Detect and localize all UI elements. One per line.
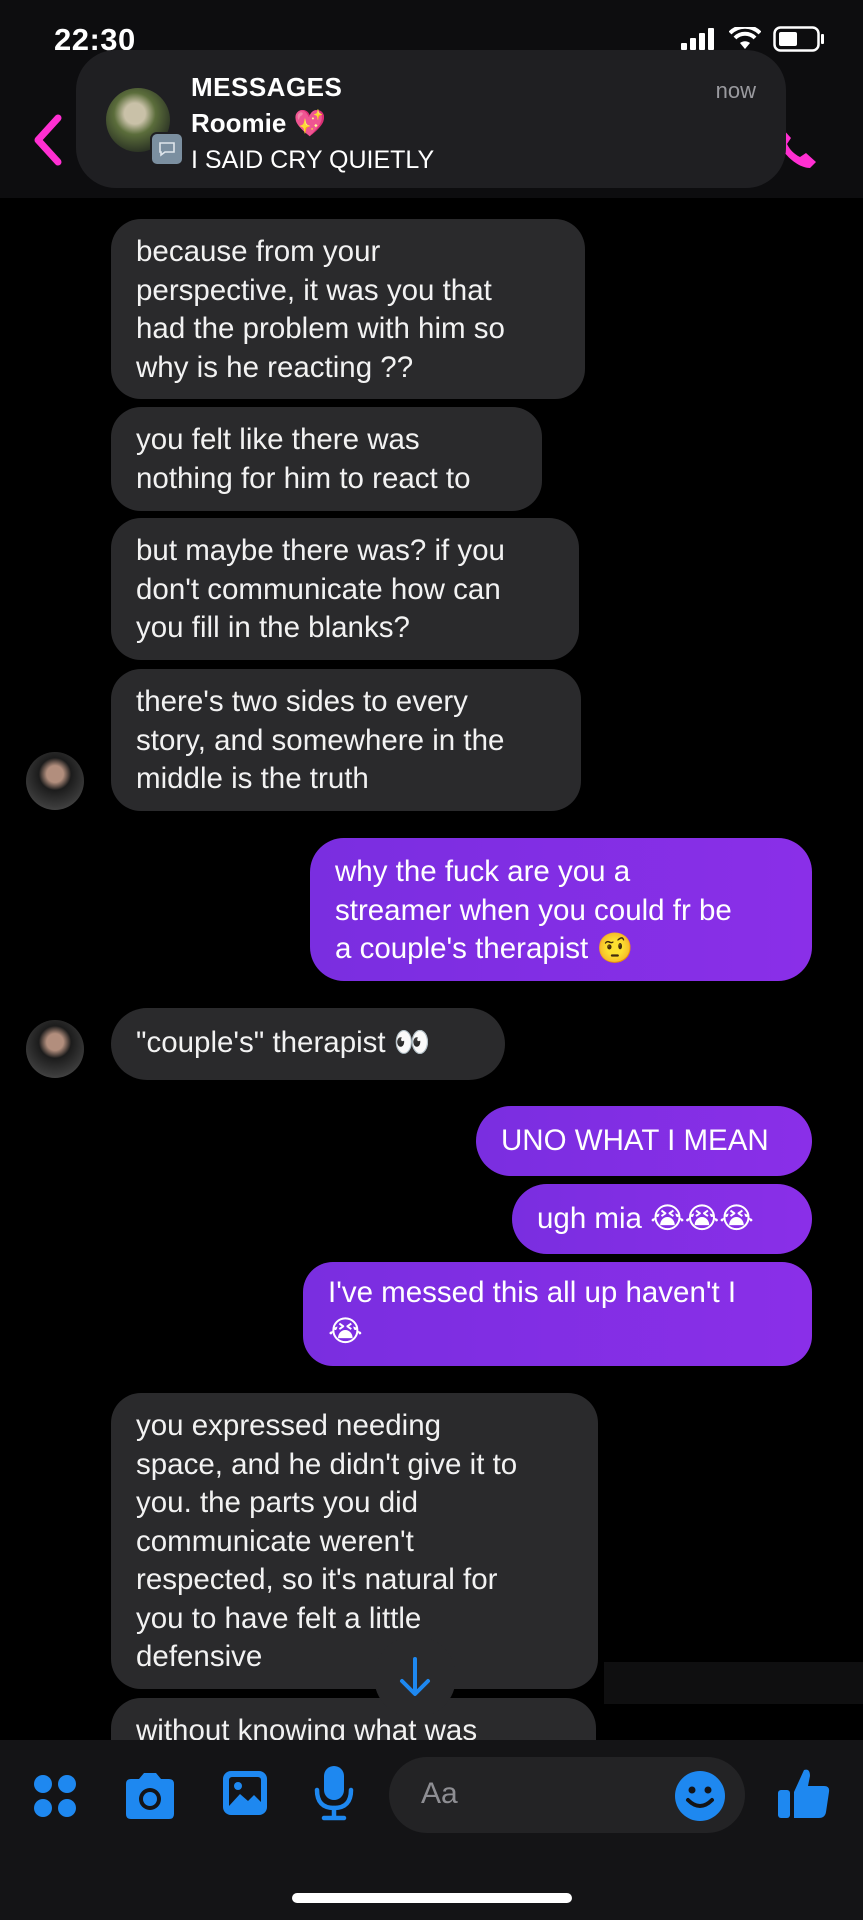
- image-icon[interactable]: [220, 1768, 270, 1818]
- arrow-down-icon: [400, 1657, 430, 1696]
- message-bubble-incoming[interactable]: because from your perspective, it was yo…: [111, 219, 585, 399]
- typing-indicator-strip: [604, 1662, 863, 1704]
- message-line: had the problem with him so: [136, 312, 505, 345]
- message-line: you. the parts you did: [136, 1486, 419, 1519]
- battery-icon: [773, 26, 824, 52]
- message-line: nothing for him to react to: [136, 461, 471, 495]
- message-line: because from your: [136, 235, 381, 268]
- message-badge-icon: [150, 132, 184, 166]
- message-input-placeholder: Aa: [421, 1777, 458, 1810]
- contact-avatar[interactable]: [26, 1020, 84, 1078]
- message-line: respected, so it's natural for: [136, 1563, 498, 1596]
- message-line: a couple's therapist 🤨: [335, 932, 634, 965]
- message-bubble-outgoing[interactable]: why the fuck are you a streamer when you…: [310, 838, 812, 981]
- message-line: perspective, it was you that: [136, 273, 492, 307]
- message-line: UNO WHAT I MEAN: [501, 1124, 769, 1157]
- message-line: middle is the truth: [136, 762, 369, 795]
- camera-icon[interactable]: [122, 1770, 178, 1822]
- notification-time: now: [715, 78, 756, 103]
- notification-banner[interactable]: MESSAGES Roomie 💖 I SAID CRY QUIETLY now: [76, 50, 786, 188]
- home-indicator[interactable]: [292, 1893, 572, 1903]
- message-line: there's two sides to every: [136, 685, 468, 718]
- status-icons: [681, 26, 825, 52]
- message-line: story, and somewhere in the: [136, 723, 505, 757]
- message-line: don't communicate how can: [136, 572, 501, 606]
- message-line: streamer when you could fr be: [335, 893, 732, 927]
- message-line: communicate weren't: [136, 1524, 414, 1558]
- message-line: why is he reacting ??: [136, 350, 414, 384]
- message-line: space, and he didn't give it to: [136, 1447, 518, 1481]
- message-line: you fill in the blanks?: [136, 611, 410, 644]
- message-bubble-incoming[interactable]: you felt like there was nothing for him …: [111, 407, 542, 511]
- message-line: I've messed this all up haven't I: [328, 1276, 737, 1309]
- message-bubble-incoming[interactable]: but maybe there was? if you don't commun…: [111, 518, 579, 660]
- message-bubble-outgoing[interactable]: I've messed this all up haven't I 😭: [303, 1262, 812, 1366]
- chevron-left-icon[interactable]: [28, 110, 68, 170]
- scroll-to-bottom-button[interactable]: [374, 1636, 456, 1718]
- microphone-icon[interactable]: [312, 1764, 356, 1822]
- message-line: "couple's" therapist 👀: [136, 1026, 431, 1059]
- message-bubble-incoming[interactable]: "couple's" therapist 👀: [111, 1008, 505, 1080]
- four-dots-icon[interactable]: [31, 1772, 79, 1820]
- message-line: but maybe there was? if you: [136, 534, 505, 567]
- message-line: you to have felt a little: [136, 1601, 422, 1635]
- notification-app-name: MESSAGES: [191, 72, 343, 102]
- notification-sender: Roomie 💖: [191, 108, 326, 138]
- contact-avatar[interactable]: [26, 752, 84, 810]
- message-line: you felt like there was: [136, 423, 420, 456]
- message-line: why the fuck are you a: [335, 855, 631, 888]
- message-line: ugh mia 😭😭😭: [537, 1202, 754, 1235]
- notification-text: I SAID CRY QUIETLY: [191, 146, 435, 174]
- message-bubble-incoming[interactable]: you expressed needing space, and he didn…: [111, 1393, 598, 1689]
- message-line: 😭: [328, 1314, 363, 1348]
- message-bubble-outgoing[interactable]: ugh mia 😭😭😭: [512, 1184, 812, 1254]
- message-bubble-outgoing[interactable]: UNO WHAT I MEAN: [476, 1106, 812, 1176]
- thumbs-up-icon[interactable]: [776, 1764, 832, 1822]
- message-line: you expressed needing: [136, 1409, 442, 1442]
- message-line: defensive: [136, 1640, 263, 1673]
- signal-icon: [681, 28, 714, 50]
- message-bubble-incoming[interactable]: there's two sides to every story, and so…: [111, 669, 581, 811]
- wifi-icon: [729, 27, 761, 49]
- smiley-icon[interactable]: [674, 1770, 726, 1822]
